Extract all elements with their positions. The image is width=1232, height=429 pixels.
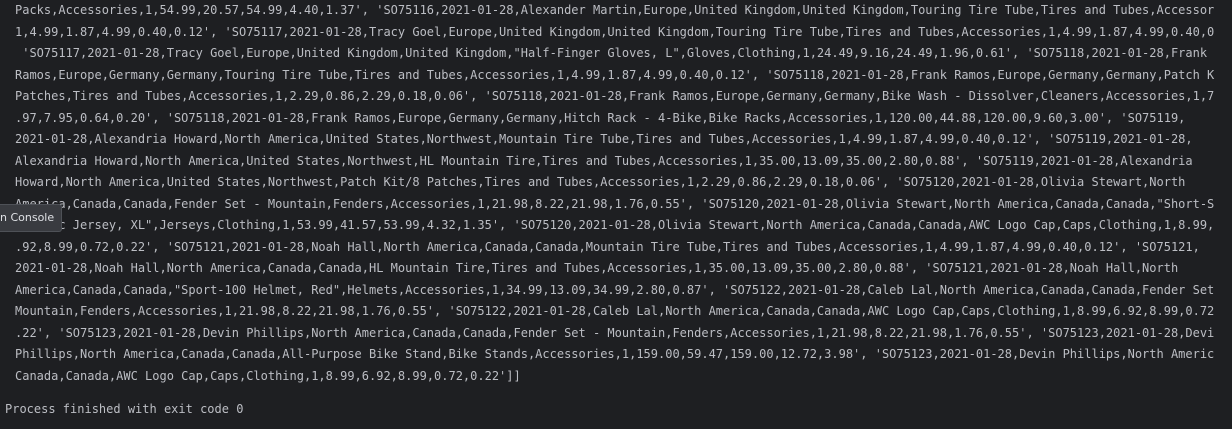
output-line: .22', 'SO75123,2021-01-28,Devin Phillips… — [15, 325, 1215, 340]
output-line: 2021-01-28,Alexandria Howard,North Ameri… — [15, 132, 1193, 146]
output-line: Mountain,Fenders,Accessories,1,21.98,8.2… — [15, 304, 1215, 318]
output-line: Ramos,Europe,Germany,Germany,Touring Tir… — [15, 67, 1215, 82]
output-line: 'SO75117,2021-01-28,Tracy Goel,Europe,Un… — [15, 46, 1208, 60]
output-line: Alexandria Howard,North America,United S… — [15, 153, 1193, 168]
output-line: Classic Jersey, XL",Jerseys,Clothing,1,5… — [15, 218, 1215, 232]
output-line: 2021-01-28,Noah Hall,North America,Canad… — [15, 261, 1179, 275]
output-line: Phillips,North America,Canada,Canada,All… — [15, 347, 1215, 361]
output-line: .97,7.95,0.64,0.20', 'SO75118,2021-01-28… — [15, 110, 1186, 125]
output-line: America,Canada,Canada,Fender Set - Mount… — [15, 196, 1215, 211]
output-line: 1,4.99,1.87,4.99,0.40,0.12', 'SO75117,20… — [15, 24, 1215, 39]
output-line: Howard,North America,United States,North… — [15, 175, 1186, 189]
console-scrollbar[interactable] — [1224, 0, 1232, 429]
run-console-tooltip[interactable]: n Console — [0, 204, 62, 232]
output-line: .92,8.99,0.72,0.22', 'SO75121,2021-01-28… — [15, 239, 1200, 254]
output-line: Packs,Accessories,1,54.99,20.57,54.99,4.… — [15, 3, 1215, 17]
output-line: Canada,Canada,AWC Logo Cap,Caps,Clothing… — [15, 368, 521, 383]
output-line: Patches,Tires and Tubes,Accessories,1,2.… — [15, 89, 1215, 103]
run-console[interactable]: Packs,Accessories,1,54.99,20.57,54.99,4.… — [0, 0, 1232, 429]
process-exit-message: Process finished with exit code 0 — [5, 402, 244, 416]
output-line: America,Canada,Canada,"Sport-100 Helmet,… — [15, 282, 1215, 297]
console-output: Packs,Accessories,1,54.99,20.57,54.99,4.… — [15, 0, 1215, 387]
